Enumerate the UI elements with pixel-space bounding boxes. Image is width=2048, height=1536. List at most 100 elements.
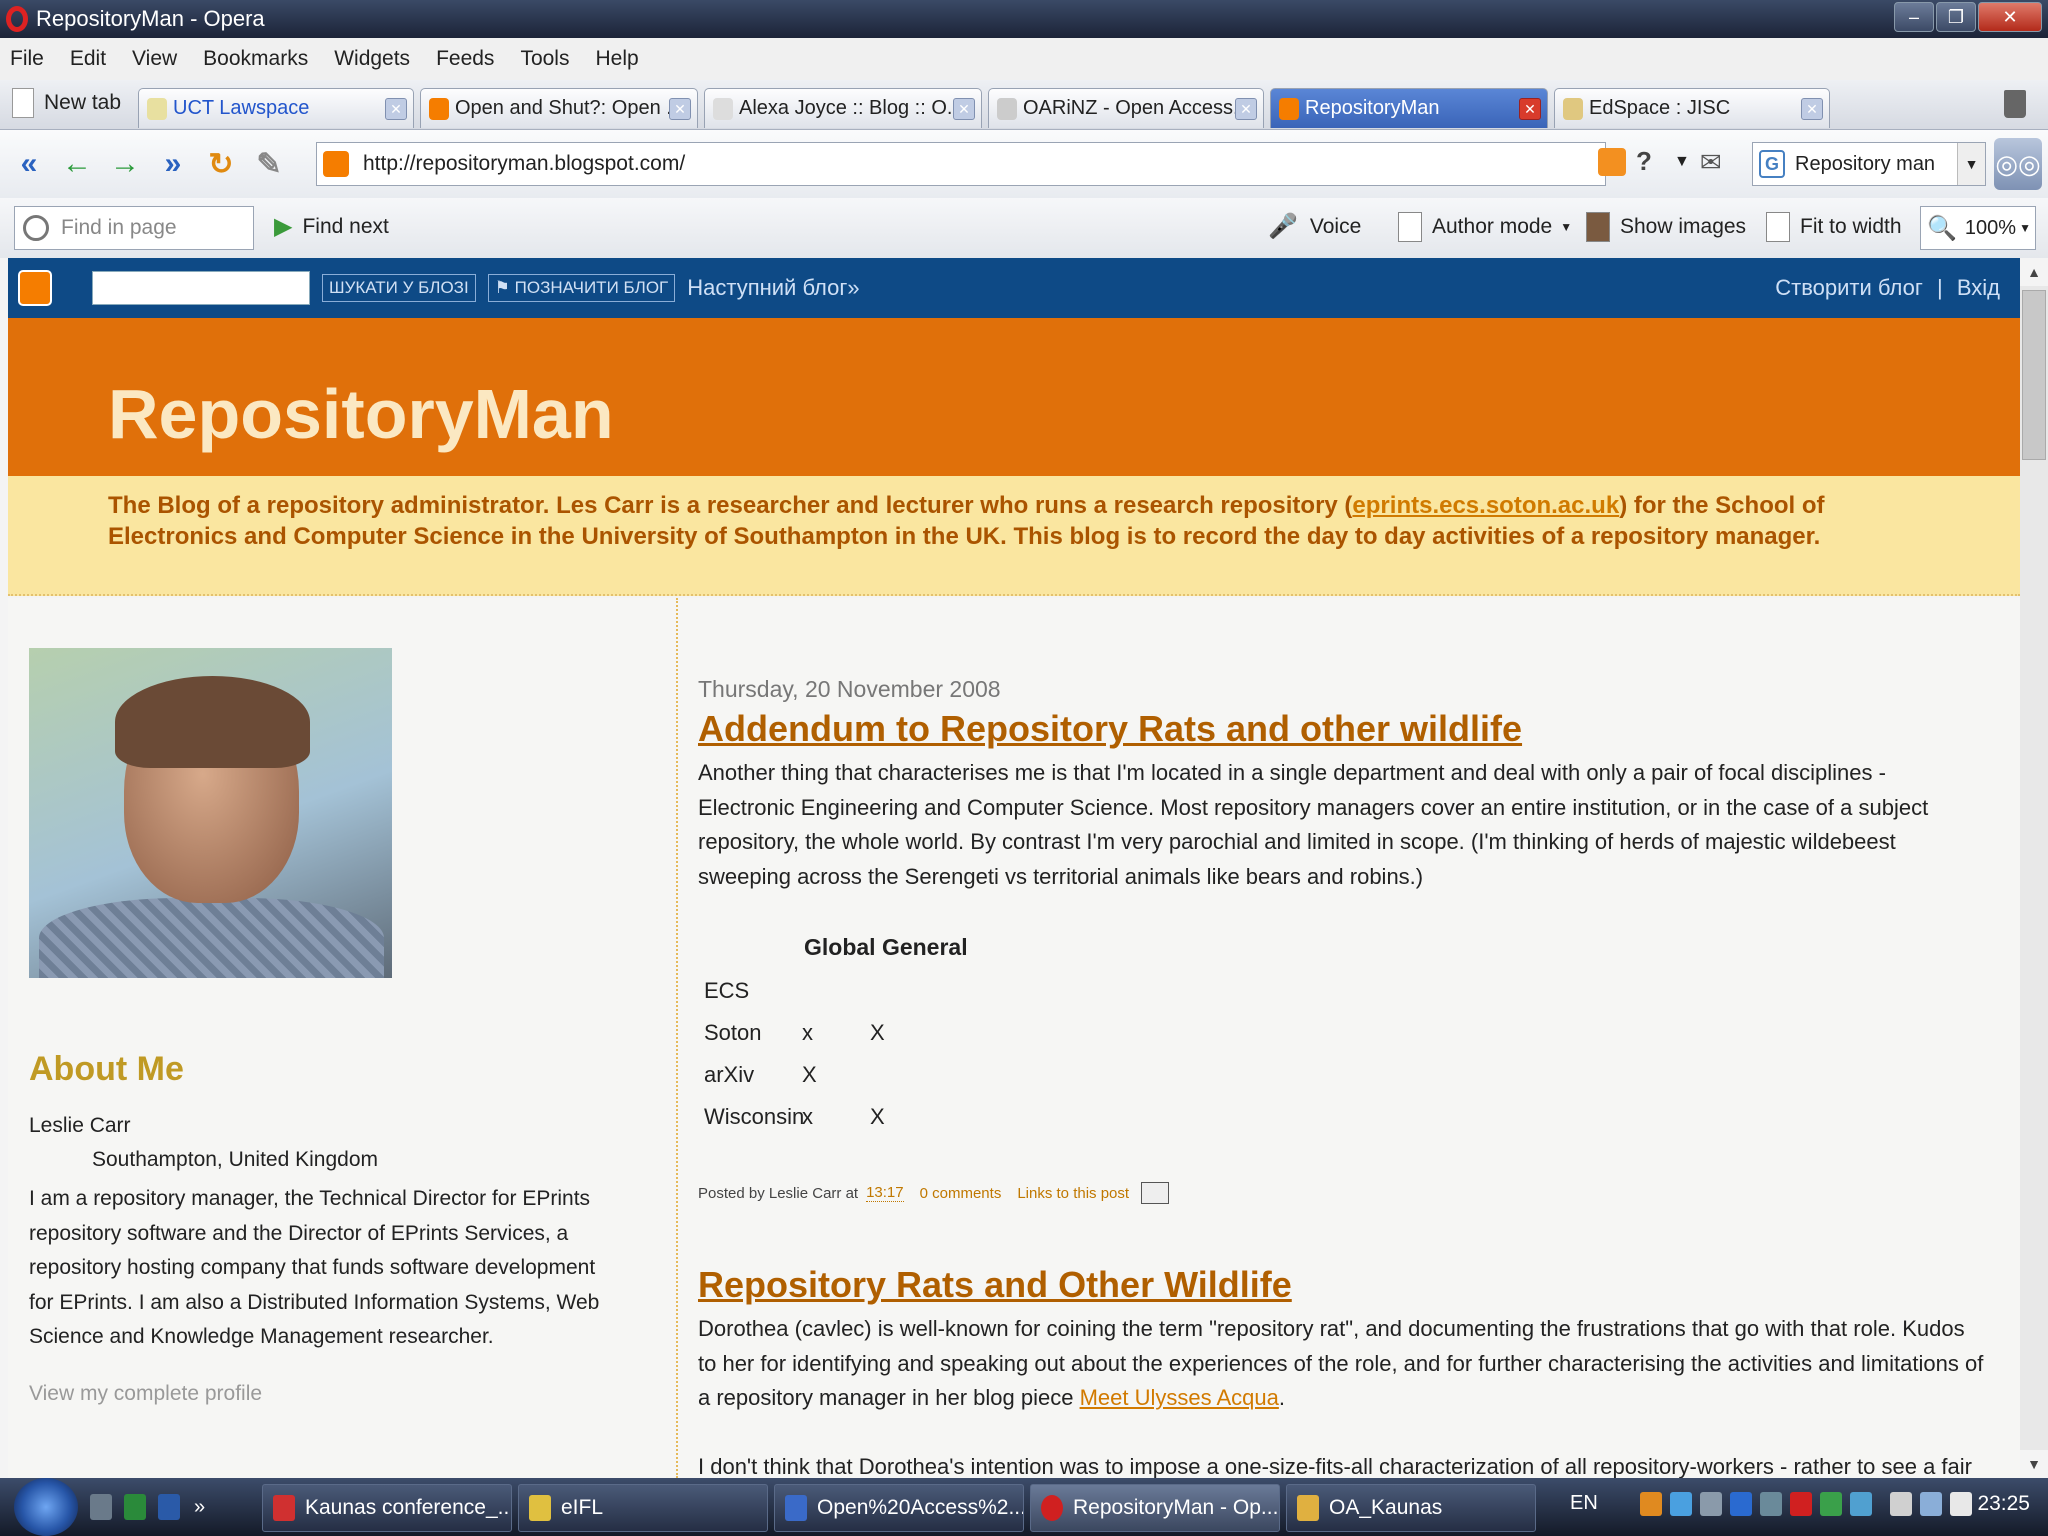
scroll-thumb[interactable] <box>2022 290 2046 460</box>
clock[interactable]: 23:25 <box>1977 1492 2030 1516</box>
tab-close-icon[interactable]: ✕ <box>1519 98 1541 120</box>
view-profile-link[interactable]: View my complete profile <box>29 1382 262 1406</box>
tab-open-and-shut[interactable]: Open and Shut?: Open ... ✕ <box>420 88 698 128</box>
edit-icon[interactable]: ✎ <box>250 145 288 183</box>
menu-feeds[interactable]: Feeds <box>436 47 494 71</box>
tab-alexa-joyce[interactable]: Alexa Joyce :: Blog :: O... ✕ <box>704 88 982 128</box>
tray-app-icon[interactable] <box>1730 1492 1752 1516</box>
menu-edit[interactable]: Edit <box>70 47 106 71</box>
menu-bookmarks[interactable]: Bookmarks <box>203 47 308 71</box>
tab-close-icon[interactable]: ✕ <box>1801 98 1823 120</box>
tab-uct-lawspace[interactable]: UCT Lawspace ✕ <box>138 88 414 128</box>
post-title[interactable]: Repository Rats and Other Wildlife <box>698 1264 1292 1306</box>
tray-opera-icon[interactable] <box>1790 1492 1812 1516</box>
blog-search-input[interactable] <box>92 271 310 305</box>
menu-help[interactable]: Help <box>595 47 638 71</box>
taskbar-item-oa-kaunas[interactable]: OA_Kaunas <box>1286 1484 1536 1532</box>
fast-forward-icon[interactable]: » <box>154 145 192 183</box>
blogger-favicon-icon <box>323 151 349 177</box>
tray-app-icon[interactable] <box>1820 1492 1842 1516</box>
trash-icon[interactable] <box>2004 90 2026 118</box>
links-to-post-link[interactable]: Links to this post <box>1017 1185 1129 1202</box>
meet-ulysses-link[interactable]: Meet Ulysses Acqua <box>1080 1385 1279 1410</box>
window-title: RepositoryMan - Opera <box>36 6 265 31</box>
eprints-link[interactable]: eprints.ecs.soton.ac.uk <box>1352 492 1619 519</box>
voice-label: Voice <box>1309 214 1362 238</box>
close-button[interactable]: ✕ <box>1978 2 2042 32</box>
help-icon[interactable]: ? <box>1636 146 1664 178</box>
voice-button[interactable]: 🎤 Voice <box>1268 212 1361 241</box>
new-tab-button[interactable]: New tab <box>12 88 121 118</box>
maximize-button[interactable]: ❐ <box>1936 2 1976 32</box>
dropdown-arrow-icon[interactable]: ▼ <box>1674 153 1690 171</box>
zoom-select[interactable]: 🔍 100% ▼ <box>1920 206 2036 250</box>
post-date: Thursday, 20 November 2008 <box>698 676 1001 702</box>
scroll-up-icon[interactable]: ▲ <box>2020 258 2048 286</box>
profile-photo[interactable] <box>29 648 392 978</box>
taskbar-item-kaunas[interactable]: Kaunas conference_... <box>262 1484 512 1532</box>
language-indicator[interactable]: EN <box>1570 1492 1598 1515</box>
tab-close-icon[interactable]: ✕ <box>669 98 691 120</box>
minimize-button[interactable]: – <box>1894 2 1934 32</box>
chevron-icon[interactable]: » <box>194 1496 205 1519</box>
search-dropdown-icon[interactable]: ▼ <box>1957 143 1985 185</box>
volume-icon[interactable] <box>1950 1492 1972 1516</box>
search-field[interactable]: G Repository man ▼ <box>1752 142 1986 186</box>
address-field[interactable]: http://repositoryman.blogspot.com/ <box>316 142 1606 186</box>
taskbar-item-open-access[interactable]: Open%20Access%2... <box>774 1484 1024 1532</box>
login-link[interactable]: Вхід <box>1957 275 2000 300</box>
show-desktop-icon[interactable] <box>90 1494 112 1520</box>
vertical-scrollbar[interactable]: ▲ ▼ <box>2020 258 2048 1478</box>
taskbar-item-eifl[interactable]: eIFL <box>518 1484 768 1532</box>
fit-to-width-button[interactable]: Fit to width <box>1766 212 1902 242</box>
tab-close-icon[interactable]: ✕ <box>953 98 975 120</box>
table-cell: X <box>802 1062 817 1087</box>
scroll-down-icon[interactable]: ▼ <box>2020 1450 2048 1478</box>
menu-widgets[interactable]: Widgets <box>334 47 410 71</box>
word-icon[interactable] <box>158 1494 180 1520</box>
excel-icon[interactable] <box>124 1494 146 1520</box>
table-header: Global General <box>804 934 968 960</box>
rss-feed-icon[interactable] <box>1598 148 1626 176</box>
search-value: Repository man <box>1795 152 1936 175</box>
flag-blog-button[interactable]: ⚑ ПОЗНАЧИТИ БЛОГ <box>487 274 676 302</box>
create-blog-link[interactable]: Створити блог <box>1775 275 1923 300</box>
tray-app-icon[interactable] <box>1850 1492 1872 1516</box>
find-in-page-field[interactable]: Find in page <box>14 206 254 250</box>
email-post-icon[interactable] <box>1141 1182 1170 1204</box>
tray-app-icon[interactable] <box>1760 1492 1782 1516</box>
tab-edspace-jisc[interactable]: EdSpace : JISC ✕ <box>1554 88 1830 128</box>
back-icon[interactable]: ← <box>58 145 96 183</box>
find-next-button[interactable]: ▶ Find next <box>274 212 389 241</box>
reload-icon[interactable]: ↻ <box>202 145 240 183</box>
opera-view-icon[interactable]: ◎◎ <box>1994 138 2042 190</box>
tab-repositoryman[interactable]: RepositoryMan ✕ <box>1270 88 1548 128</box>
tray-network-icon[interactable] <box>1920 1492 1942 1516</box>
show-images-button[interactable]: Show images <box>1586 212 1746 242</box>
rewind-icon[interactable]: « <box>10 145 48 183</box>
start-button[interactable] <box>14 1478 78 1536</box>
tab-oarinz[interactable]: OARiNZ - Open Access... ✕ <box>988 88 1264 128</box>
author-mode-button[interactable]: Author mode ▼ <box>1398 212 1572 242</box>
menu-view[interactable]: View <box>132 47 177 71</box>
menu-file[interactable]: File <box>10 47 44 71</box>
post-title[interactable]: Addendum to Repository Rats and other wi… <box>698 708 1522 750</box>
tray-app-icon[interactable] <box>1640 1492 1662 1516</box>
search-blog-button[interactable]: ШУКАТИ У БЛОЗІ <box>322 274 476 302</box>
blog-title[interactable]: RepositoryMan <box>108 374 614 454</box>
word-icon <box>785 1495 807 1521</box>
next-blog-link[interactable]: Наступний блог» <box>687 275 859 301</box>
comments-link[interactable]: 0 comments <box>920 1185 1002 1202</box>
mail-icon[interactable]: ✉ <box>1700 147 1722 178</box>
tray-app-icon[interactable] <box>1670 1492 1692 1516</box>
tray-network-icon[interactable] <box>1890 1492 1912 1516</box>
find-placeholder: Find in page <box>61 216 177 239</box>
tab-close-icon[interactable]: ✕ <box>1235 98 1257 120</box>
forward-icon[interactable]: → <box>106 145 144 183</box>
tab-close-icon[interactable]: ✕ <box>385 98 407 120</box>
taskbar-item-repositoryman[interactable]: RepositoryMan - Op... <box>1030 1484 1280 1532</box>
blogger-logo-icon[interactable] <box>18 270 52 306</box>
post-time-link[interactable]: 13:17 <box>866 1184 904 1202</box>
menu-tools[interactable]: Tools <box>520 47 569 71</box>
tray-app-icon[interactable] <box>1700 1492 1722 1516</box>
